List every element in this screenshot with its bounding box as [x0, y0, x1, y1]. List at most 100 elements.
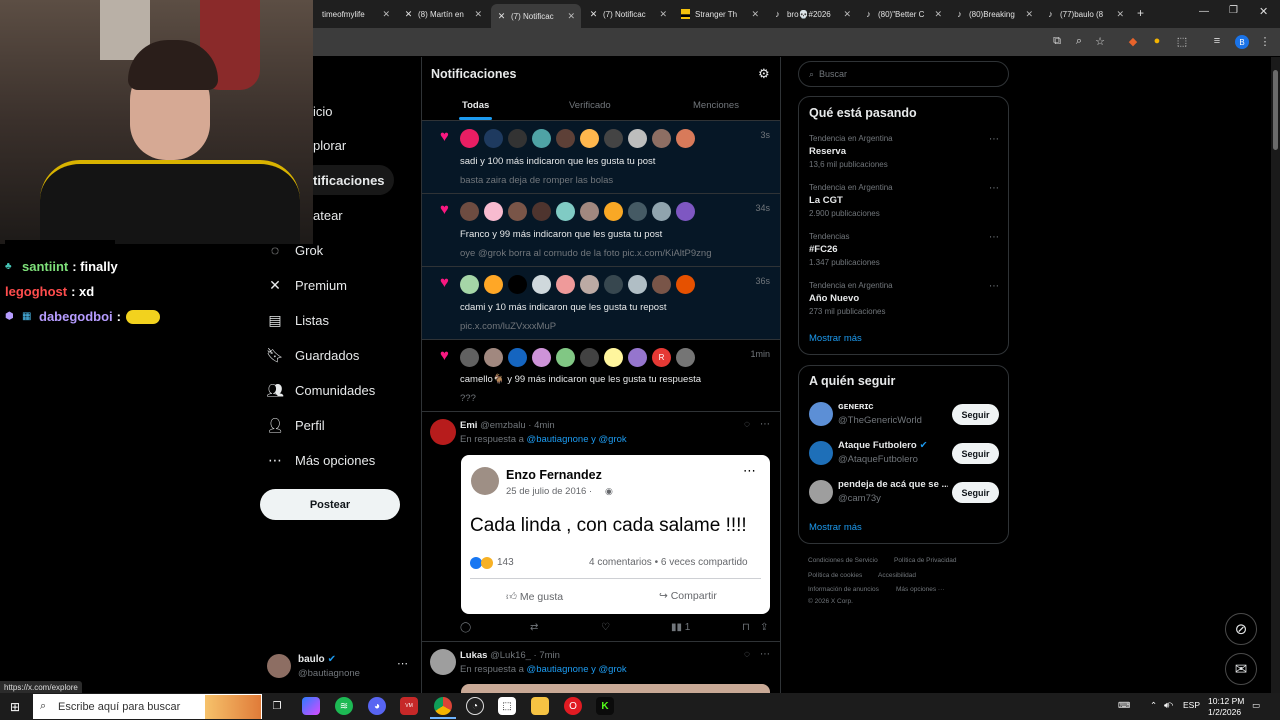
footer-link[interactable]: Accesibilidad — [878, 572, 916, 579]
liker-avatar[interactable] — [652, 129, 671, 148]
liker-avatar[interactable] — [556, 202, 575, 221]
tweet-more-icon[interactable]: ⋯ — [760, 419, 770, 430]
opera-icon[interactable]: O — [564, 697, 582, 715]
close-tab-icon[interactable]: ✕ — [843, 9, 851, 20]
nav-notifications-label[interactable]: tificaciones — [313, 173, 385, 188]
notification-item[interactable]: ♥ 36s cdami y 10 más indicaron que les g… — [422, 267, 780, 340]
retweet-icon[interactable]: ⇄ — [530, 622, 538, 633]
grok-fab-button[interactable]: ⊘ — [1225, 613, 1257, 645]
liker-avatar[interactable] — [532, 275, 551, 294]
browser-tab[interactable]: ♪ (80)Breaking ✕ — [949, 4, 1039, 24]
tweet-handle[interactable]: @Luk16_ · 7min — [490, 650, 560, 661]
browser-tab[interactable]: ♪ bro💀#2026 ✕ — [767, 4, 857, 24]
nav-profile[interactable]: 👤︎ Perfil — [266, 417, 325, 433]
liker-avatar[interactable] — [556, 348, 575, 367]
settings-gear-icon[interactable]: ⚙ — [758, 66, 770, 82]
discord-icon[interactable]: ◕ — [368, 697, 386, 715]
nav-bookmarks[interactable]: 🔖︎ Guardados — [266, 347, 359, 363]
minimize-icon[interactable]: — — [1199, 6, 1209, 17]
attached-image-card[interactable]: Enzo Fernandez 25 de julio de 2016 · ◉ ⋯… — [461, 455, 770, 614]
tray-language[interactable]: ESP — [1183, 700, 1200, 710]
tweet-avatar[interactable] — [430, 419, 456, 445]
liker-avatar[interactable] — [532, 202, 551, 221]
nav-communities[interactable]: 👥︎ Comunidades — [266, 382, 375, 398]
liker-avatar[interactable] — [556, 275, 575, 294]
extension-color-icon[interactable]: ● — [1150, 35, 1164, 47]
liker-avatar[interactable] — [508, 275, 527, 294]
scrollbar[interactable] — [1271, 57, 1280, 693]
tweet-handle[interactable]: @emzbalu · 4min — [480, 420, 555, 431]
browser-tab[interactable]: ♪ (80)"Better C ✕ — [858, 4, 948, 24]
liker-avatar[interactable] — [460, 129, 479, 148]
footer-link[interactable]: Información de anuncios — [808, 586, 879, 593]
liker-avatar[interactable] — [580, 275, 599, 294]
trend-more-icon[interactable]: ⋯ — [989, 232, 999, 243]
trend-more-icon[interactable]: ⋯ — [989, 134, 999, 145]
liker-avatar[interactable] — [676, 129, 695, 148]
liker-avatar[interactable] — [556, 129, 575, 148]
close-tab-icon[interactable]: ✕ — [474, 9, 482, 20]
account-more-icon[interactable]: ⋯ — [397, 657, 408, 670]
liker-avatar[interactable] — [484, 202, 503, 221]
trend-more-icon[interactable]: ⋯ — [989, 281, 999, 292]
file-explorer-icon[interactable] — [531, 697, 549, 715]
nav-more[interactable]: ⋯ Más opciones — [267, 452, 375, 468]
scrollbar-thumb[interactable] — [1273, 70, 1278, 150]
liker-avatar[interactable] — [604, 348, 623, 367]
notification-item[interactable]: ♥ 3s sadi y 100 más indicaron que les gu… — [422, 121, 780, 194]
footer-link[interactable]: Más opciones ··· — [896, 586, 944, 593]
close-tab-icon[interactable]: ✕ — [934, 9, 942, 20]
follow-suggestion[interactable]: pendeja de acá que se ... @cam73y Seguir — [809, 478, 999, 506]
liker-avatar[interactable] — [628, 202, 647, 221]
tray-sound-icon[interactable]: 🔊︎ — [1164, 700, 1169, 711]
like-icon[interactable]: ♡ — [601, 622, 610, 633]
close-tab-icon[interactable]: ✕ — [659, 9, 667, 20]
tray-chevron-icon[interactable]: ⌃ — [1150, 700, 1157, 711]
close-tab-icon[interactable]: ✕ — [567, 11, 575, 22]
bookmark-star-icon[interactable]: ☆ — [1093, 35, 1107, 48]
tray-keyboard-icon[interactable]: ⌨ — [1118, 700, 1130, 711]
tweet-author[interactable]: Emi — [460, 420, 477, 431]
liker-avatar[interactable] — [508, 348, 527, 367]
liker-avatar[interactable] — [532, 129, 551, 148]
liker-avatar[interactable] — [628, 348, 647, 367]
tray-date[interactable]: 1/2/2026 — [1208, 707, 1241, 717]
nav-explore-label[interactable]: plorar — [313, 138, 346, 153]
cast-icon[interactable]: ⧉ — [1050, 35, 1064, 48]
trends-show-more-link[interactable]: Mostrar más — [809, 333, 862, 344]
trend-more-icon[interactable]: ⋯ — [989, 183, 999, 194]
browser-tab[interactable]: ▬ Stranger Th ✕ — [675, 4, 765, 24]
nav-chat-label[interactable]: atear — [313, 208, 343, 223]
liker-avatar[interactable] — [532, 348, 551, 367]
trend-item[interactable]: Tendencia en Argentina La CGT 2.900 publ… — [809, 183, 999, 218]
close-window-icon[interactable]: ✕ — [1259, 5, 1268, 18]
kick-icon[interactable]: K — [596, 697, 614, 715]
liker-avatar[interactable]: R — [652, 348, 671, 367]
spotify-icon[interactable]: ≋ — [335, 697, 353, 715]
task-view-icon[interactable]: ❐ — [268, 697, 286, 715]
search-input[interactable]: ⌕ Buscar — [798, 61, 1009, 87]
liker-avatar[interactable] — [460, 202, 479, 221]
liker-avatar[interactable] — [460, 275, 479, 294]
tweet-more-icon[interactable]: ⋯ — [760, 649, 770, 660]
nav-lists[interactable]: ▤ Listas — [267, 312, 329, 328]
close-tab-icon[interactable]: ✕ — [1025, 9, 1033, 20]
windows-start-icon[interactable]: ⊞ — [10, 700, 20, 714]
tab-verified[interactable]: Verificado — [569, 100, 611, 111]
close-tab-icon[interactable]: ✕ — [1116, 9, 1124, 20]
reply-mentions[interactable]: @bautiagnone y @grok — [527, 434, 627, 445]
liker-avatar[interactable] — [604, 275, 623, 294]
browser-tab[interactable]: ✕ (7) Notificac ✕ — [583, 4, 673, 24]
liker-avatar[interactable] — [580, 348, 599, 367]
footer-link[interactable]: Política de cookies — [808, 572, 862, 579]
liker-avatar[interactable] — [628, 129, 647, 148]
tab-all[interactable]: Todas — [462, 100, 489, 111]
follow-suggestion[interactable]: Ataque Futbolero ✔ @AtaqueFutbolero Segui… — [809, 439, 999, 467]
bookmark-tweet-icon[interactable]: ⊓ — [742, 622, 750, 633]
nav-premium[interactable]: ✕ Premium — [267, 277, 347, 293]
liker-avatar[interactable] — [604, 129, 623, 148]
account-switcher[interactable]: baulo ✔ @bautiagnone ⋯ — [263, 651, 413, 683]
reply-mentions[interactable]: @bautiagnone y @grok — [527, 664, 627, 675]
grok-tweet-icon[interactable]: ◌ — [744, 649, 750, 660]
browser-tab[interactable]: timeofmylife ✕ — [316, 4, 396, 24]
